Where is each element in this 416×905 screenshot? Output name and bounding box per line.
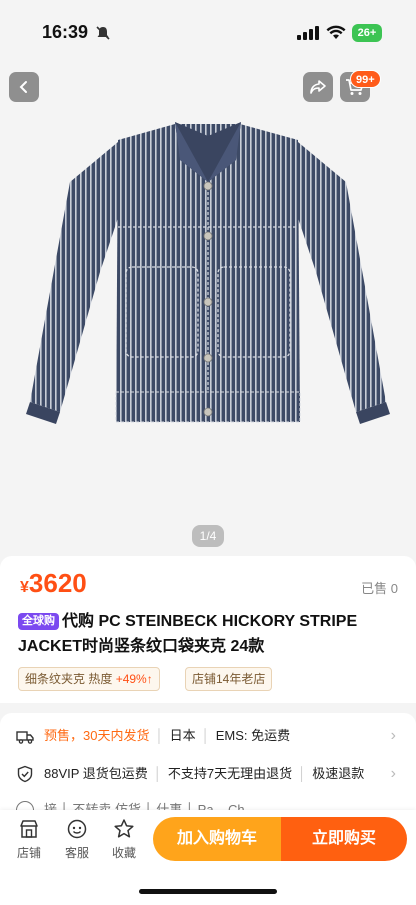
store-age-chip[interactable]: 店铺14年老店 — [185, 667, 273, 691]
shipping-row[interactable]: 预售，30天内发货 │ 日本 │ EMS: 免运费 › — [0, 721, 416, 751]
guarantee-item: 极速退款 — [312, 766, 365, 781]
tab-store-label: 店铺 — [16, 846, 41, 860]
buy-now-button[interactable]: 立即购买 — [281, 817, 407, 861]
sold-count: 已售 0 — [361, 581, 398, 596]
product-detail-page: 16:39 26+ 99+ 1/4 ¥3620 已售 0 全球购 代购 PC S… — [0, 0, 416, 905]
store-age-chip-label: 店铺14年老店 — [192, 672, 266, 686]
status-time: 16:39 — [42, 22, 89, 42]
guarantee-row[interactable]: 88VIP 退货包运费 │ 不支持7天无理由退货 │ 极速退款 › — [0, 759, 416, 789]
guarantee-item: 88VIP 退货包运费 — [44, 766, 148, 781]
share-button[interactable] — [303, 72, 333, 102]
price-symbol: ¥ — [20, 579, 29, 596]
jacket-image — [26, 122, 390, 424]
product-title-text: 代购 PC STEINBECK HICKORY STRIPE JACKET时尚竖… — [18, 613, 358, 655]
home-indicator[interactable] — [139, 889, 277, 894]
guarantee-item: 不支持7天无理由退货 — [167, 766, 293, 781]
chevron-left-icon — [19, 81, 27, 93]
share-icon — [310, 80, 326, 94]
product-title: 全球购 代购 PC STEINBECK HICKORY STRIPE JACKET… — [18, 609, 398, 659]
tab-customer-service-label: 客服 — [64, 846, 89, 860]
tab-favorite[interactable]: 收藏 — [106, 818, 142, 861]
store-icon — [20, 820, 38, 838]
chevron-right-icon: › — [390, 765, 396, 782]
global-purchase-tag: 全球购 — [18, 613, 59, 630]
origin-text: 日本 — [169, 728, 196, 743]
back-button[interactable] — [9, 72, 39, 102]
status-bar: 16:39 26+ — [0, 0, 416, 62]
trend-chip-label: 细条纹夹克 热度 — [25, 672, 113, 686]
price: ¥3620 — [20, 568, 87, 599]
image-pager: 1/4 — [192, 525, 224, 547]
customer-service-icon — [67, 819, 87, 839]
tab-favorite-label: 收藏 — [111, 846, 136, 860]
battery-indicator: 26+ — [352, 24, 382, 42]
product-image[interactable] — [0, 62, 416, 556]
tab-customer-service[interactable]: 客服 — [59, 818, 95, 861]
ems-text: EMS: 免运费 — [215, 728, 291, 743]
tab-store[interactable]: 店铺 — [11, 818, 47, 861]
chevron-right-icon: › — [390, 727, 396, 744]
signal-icon — [297, 26, 319, 40]
cart-count-badge: 99+ — [350, 70, 381, 88]
shield-check-icon — [17, 765, 33, 783]
price-value: 3620 — [28, 568, 87, 598]
guarantee-text: 88VIP 退货包运费 │ 不支持7天无理由退货 │ 极速退款 — [44, 766, 365, 781]
mute-bell-icon — [96, 26, 110, 40]
presale-text: 预售，30天内发货 — [44, 728, 150, 743]
trend-chip-value: +49%↑ — [115, 672, 153, 686]
truck-icon — [16, 731, 34, 744]
shipping-text: 预售，30天内发货 │ 日本 │ EMS: 免运费 — [44, 728, 291, 743]
add-to-cart-button[interactable]: 加入购物车 — [153, 817, 281, 861]
trend-chip[interactable]: 细条纹夹克 热度 +49%↑ — [18, 667, 160, 691]
star-icon — [114, 819, 134, 838]
wifi-icon — [326, 25, 346, 39]
